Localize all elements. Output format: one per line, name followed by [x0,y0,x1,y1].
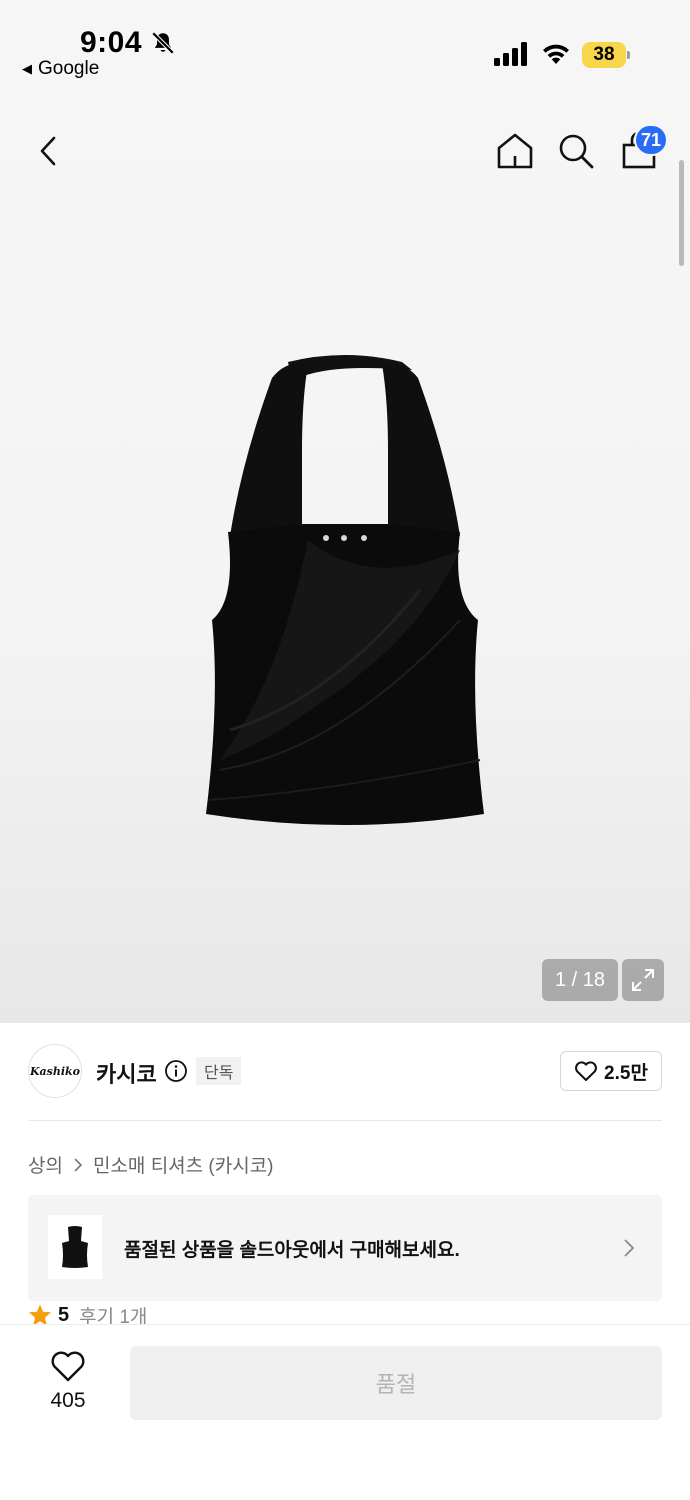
breadcrumb-subcategory[interactable]: 민소매 티셔츠 (카시코) [93,1151,274,1178]
info-icon[interactable] [164,1059,188,1083]
soldout-banner[interactable]: 품절된 상품을 솔드아웃에서 구매해보세요. [28,1195,662,1301]
chevron-right-icon [624,1239,635,1257]
battery-indicator: 38 [582,42,630,68]
battery-level: 38 [582,42,626,68]
back-to-app[interactable]: ◀ Google [22,58,99,80]
cellular-signal-icon [494,42,527,66]
wifi-icon [543,44,569,64]
brand-logo-text: Kashiko [29,1064,80,1078]
gallery-page-counter: 1 / 18 [542,959,618,1001]
search-icon[interactable] [556,130,596,172]
product-hero: 9:04 ◀ Google 38 71 1 / 18 [0,0,690,1023]
heart-outline-icon[interactable] [50,1349,86,1383]
chevron-right-icon [74,1157,83,1172]
back-triangle-icon: ◀ [22,61,32,76]
brand-logo[interactable]: Kashiko [28,1044,82,1098]
breadcrumb: 상의 민소매 티셔츠 (카시코) [28,1151,274,1178]
scrollbar[interactable] [679,160,684,266]
section-divider [28,1120,662,1121]
cart-count-badge[interactable]: 71 [634,124,668,156]
status-time: 9:04 [80,26,143,59]
heart-outline-icon [575,1061,597,1081]
bell-muted-icon [151,31,175,55]
brand-name[interactable]: 카시코 [96,1057,157,1089]
back-app-label: Google [38,58,100,79]
expand-gallery-button[interactable] [622,959,664,1001]
product-image[interactable] [190,340,500,840]
battery-nub [627,51,630,59]
wish-count: 405 [50,1389,86,1412]
exclusive-badge: 단독 [196,1057,242,1085]
back-arrow-icon[interactable] [32,130,68,172]
home-icon[interactable] [494,130,536,172]
expand-icon [632,969,654,991]
soldout-buy-button[interactable]: 품절 [130,1346,662,1420]
breadcrumb-category[interactable]: 상의 [28,1151,63,1178]
brand-like-button[interactable]: 2.5만 [560,1051,662,1091]
soldout-product-thumbnail [48,1215,102,1279]
soldout-banner-text: 품절된 상품을 솔드아웃에서 구매해보세요. [124,1240,460,1261]
brand-like-count: 2.5만 [604,1062,648,1084]
